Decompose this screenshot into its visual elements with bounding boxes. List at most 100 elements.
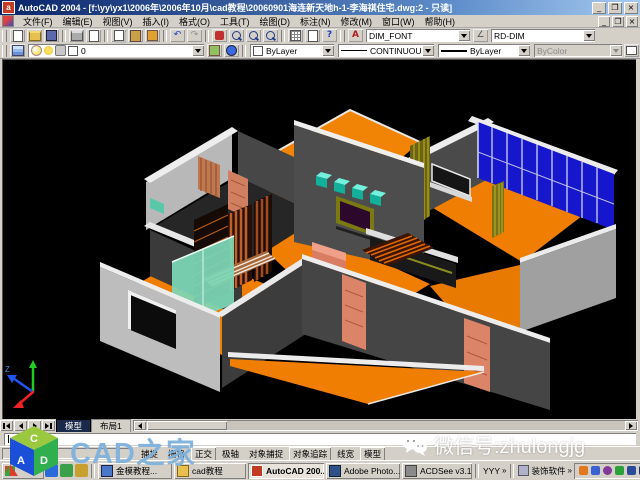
- layer-freeze-sun-icon[interactable]: [44, 46, 53, 55]
- tray-icon-2[interactable]: [591, 466, 600, 475]
- close-button[interactable]: ×: [624, 2, 638, 14]
- photoshop-icon: [329, 465, 341, 477]
- dropdown-arrow-icon[interactable]: [322, 45, 334, 56]
- dropdown-arrow-icon[interactable]: [458, 30, 470, 41]
- dropdown-arrow-icon[interactable]: [518, 45, 530, 56]
- new-button[interactable]: [10, 29, 25, 42]
- tray-icon-5[interactable]: [627, 466, 636, 475]
- color-combo[interactable]: ByLayer: [250, 44, 334, 57]
- status-model-button[interactable]: 模型: [360, 447, 385, 461]
- toolbar-grip[interactable]: [340, 30, 345, 42]
- doc-restore-button[interactable]: ❐: [612, 16, 624, 27]
- start-button[interactable]: [2, 463, 44, 479]
- lineweight-combo[interactable]: ByLayer: [438, 44, 530, 57]
- undo-button[interactable]: ↶: [170, 29, 185, 42]
- match-properties-button[interactable]: [145, 29, 160, 42]
- menu-tools[interactable]: 工具(T): [215, 15, 255, 28]
- taskbar-band-decor[interactable]: 装饰软件»: [516, 465, 573, 477]
- drawing-canvas[interactable]: Z: [2, 59, 636, 419]
- dim-style-button[interactable]: ∠: [473, 29, 488, 42]
- dropdown-arrow-icon[interactable]: [422, 45, 434, 56]
- docked-toolbar-fragment[interactable]: [624, 44, 639, 57]
- linetype-sample: [341, 50, 367, 51]
- tab-last-button[interactable]: [42, 420, 55, 431]
- paste-button[interactable]: [128, 29, 143, 42]
- status-ortho-button[interactable]: 正交: [191, 447, 216, 461]
- menu-help[interactable]: 帮助(H): [420, 15, 461, 28]
- redo-button[interactable]: ↷: [187, 29, 202, 42]
- menu-edit[interactable]: 编辑(E): [58, 15, 98, 28]
- open-button[interactable]: [27, 29, 42, 42]
- tab-prev-button[interactable]: [14, 420, 27, 431]
- linetype-combo[interactable]: CONTINUOUS: [338, 44, 434, 57]
- tray-icon-4[interactable]: [615, 466, 624, 475]
- tab-model[interactable]: 模型: [56, 419, 91, 433]
- horizontal-scrollbar[interactable]: [133, 420, 638, 431]
- plot-preview-button[interactable]: [86, 29, 101, 42]
- taskbar-band-yyy[interactable]: YYY»: [481, 466, 508, 476]
- quicklaunch-folder-icon[interactable]: [75, 464, 88, 477]
- layer-lock-icon[interactable]: [55, 45, 66, 56]
- zoom-realtime-button[interactable]: [229, 29, 244, 42]
- menu-dimension[interactable]: 标注(N): [295, 15, 336, 28]
- layer-combo[interactable]: 0: [28, 44, 204, 57]
- menu-view[interactable]: 视图(V): [98, 15, 138, 28]
- taskbar-item-cad-folder[interactable]: cad教程: [174, 463, 246, 479]
- chevron-icon[interactable]: »: [567, 466, 571, 475]
- zoom-previous-button[interactable]: [263, 29, 278, 42]
- chevron-icon[interactable]: »: [502, 466, 506, 475]
- quicklaunch-ie-icon[interactable]: [45, 464, 58, 477]
- status-osnap-button[interactable]: 对象捕捉: [245, 447, 287, 461]
- menu-window[interactable]: 窗口(W): [377, 15, 420, 28]
- copy-button[interactable]: [111, 29, 126, 42]
- doc-minimize-button[interactable]: _: [598, 16, 610, 27]
- properties-button[interactable]: [288, 29, 303, 42]
- taskbar-item-photoshop[interactable]: Adobe Photo...: [326, 463, 400, 479]
- taskbar-item-acdsee[interactable]: ACDSee v3.1...: [402, 463, 472, 479]
- scroll-left-arrow[interactable]: [134, 421, 146, 430]
- menu-insert[interactable]: 插入(I): [138, 15, 175, 28]
- status-snap-button[interactable]: 捕捉: [137, 447, 162, 461]
- text-style-combo[interactable]: DIM_FONT: [366, 29, 470, 42]
- layer-manager-button[interactable]: [10, 44, 25, 57]
- doc-close-button[interactable]: ×: [626, 16, 638, 27]
- status-polar-button[interactable]: 极轴: [218, 447, 243, 461]
- layer-on-bulb-icon[interactable]: [31, 45, 42, 56]
- taskbar-item-jinmo[interactable]: 金模教程...: [98, 463, 172, 479]
- taskbar-item-autocad[interactable]: AutoCAD 200...: [248, 463, 324, 479]
- scroll-right-arrow[interactable]: [625, 421, 637, 430]
- designcenter-button[interactable]: [305, 29, 320, 42]
- menu-draw[interactable]: 绘图(D): [255, 15, 296, 28]
- pan-button[interactable]: [212, 29, 227, 42]
- save-button[interactable]: [44, 29, 59, 42]
- zoom-window-button[interactable]: [246, 29, 261, 42]
- menu-file[interactable]: 文件(F): [18, 15, 58, 28]
- tray-icon-3[interactable]: [603, 466, 612, 475]
- status-grid-button[interactable]: 栅格: [164, 447, 189, 461]
- dropdown-arrow-icon[interactable]: [192, 45, 204, 56]
- text-style-button[interactable]: A: [348, 29, 363, 42]
- help-button[interactable]: ?: [322, 29, 337, 42]
- command-input[interactable]: [4, 433, 636, 445]
- restore-button[interactable]: ❐: [608, 2, 622, 14]
- linetype-value: CONTINUOUS: [370, 46, 422, 56]
- status-lineweight-button[interactable]: 线宽: [333, 447, 358, 461]
- tab-first-button[interactable]: [0, 420, 13, 431]
- tab-layout1[interactable]: 布局1: [91, 419, 131, 432]
- toolbar-grip[interactable]: [2, 45, 7, 57]
- layer-previous-button[interactable]: [224, 44, 239, 57]
- tab-next-button[interactable]: [28, 420, 41, 431]
- tray-icon-1[interactable]: [579, 466, 588, 475]
- minimize-button[interactable]: _: [592, 2, 606, 14]
- menu-modify[interactable]: 修改(M): [336, 15, 378, 28]
- title-bar: a AutoCAD 2004 - [f:\yy\yx1\2006年\2006年1…: [0, 0, 640, 15]
- dropdown-arrow-icon[interactable]: [583, 30, 595, 41]
- plot-button[interactable]: [69, 29, 84, 42]
- status-otrack-button[interactable]: 对象追踪: [289, 447, 331, 461]
- scrollbar-thumb[interactable]: [147, 421, 227, 430]
- make-object-layer-current-button[interactable]: [207, 44, 222, 57]
- dim-style-combo[interactable]: RD-DIM: [491, 29, 595, 42]
- menu-format[interactable]: 格式(O): [174, 15, 215, 28]
- toolbar-grip[interactable]: [2, 30, 7, 42]
- quicklaunch-desktop-icon[interactable]: [60, 464, 73, 477]
